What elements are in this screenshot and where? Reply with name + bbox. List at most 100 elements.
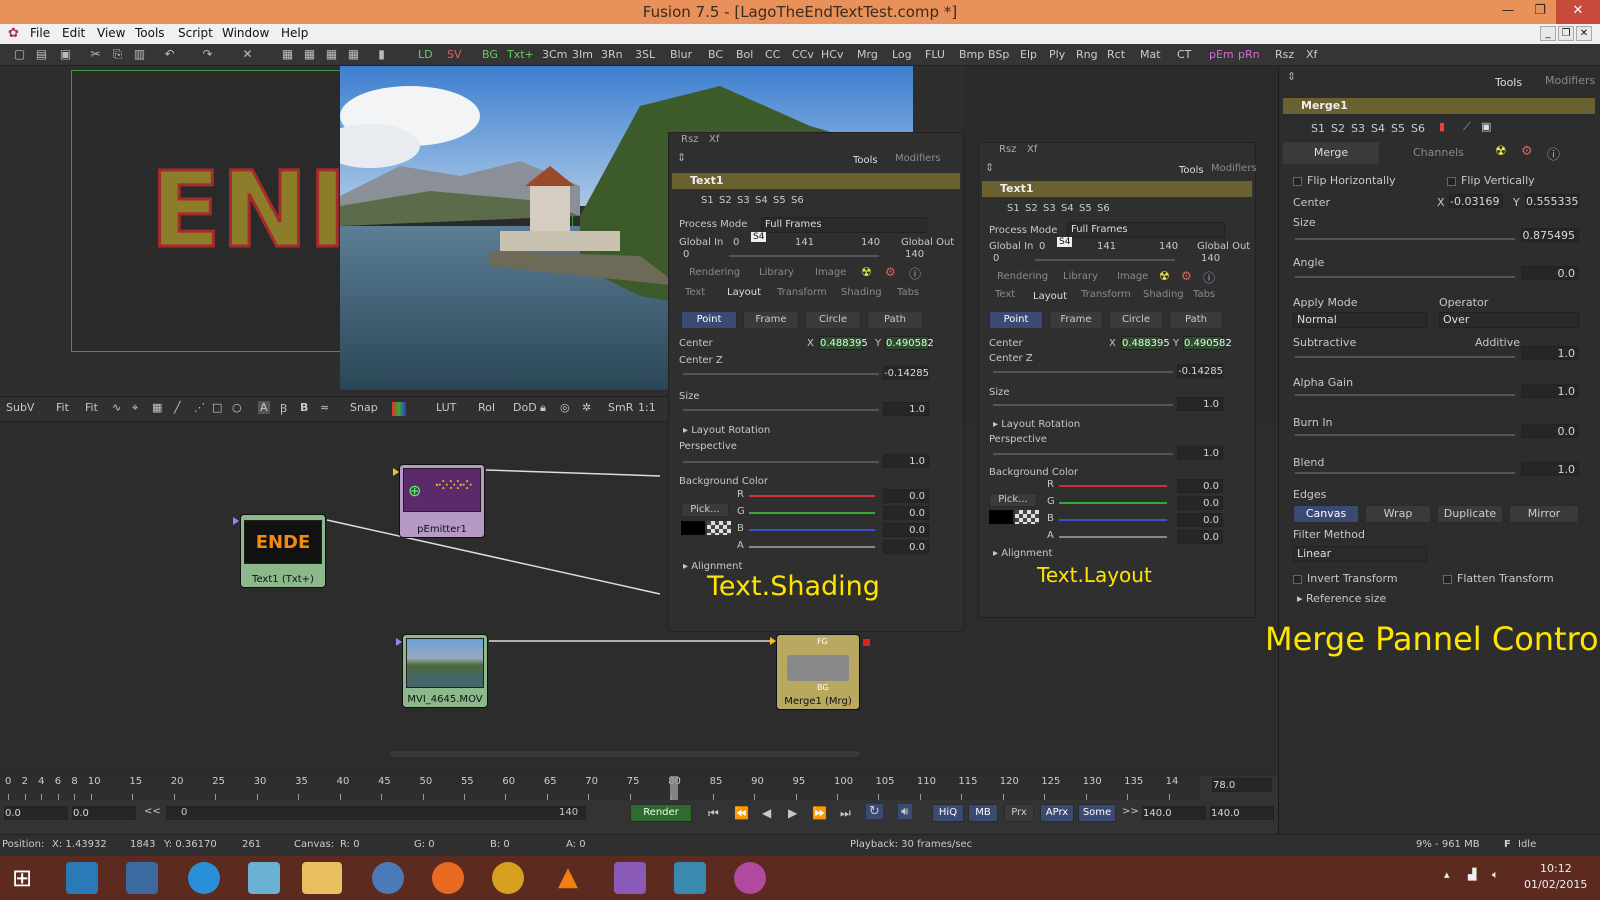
viewer-bar-11-8[interactable]: 1:1 [638,401,656,414]
tool-ply[interactable]: Ply [1049,48,1065,61]
delete-icon[interactable]: ✕ [240,47,255,62]
text_panel_b-channel-r-slider[interactable] [1059,485,1167,487]
cut-icon[interactable]: ✂ [88,47,103,62]
merge-edge-duplicate[interactable]: Duplicate [1437,505,1503,523]
merge-tab-channels[interactable]: Channels [1413,146,1464,159]
panel-a-gear-icon[interactable]: ⚙ [885,265,896,279]
tool-cc[interactable]: CC [765,48,780,61]
save-icon[interactable]: ▣ [58,47,73,62]
panel-a-xf-tab[interactable]: Xf [709,134,719,145]
tool-blur[interactable]: Blur [670,48,692,61]
text_panel_b-channel-b-value[interactable]: 0.0 [1177,513,1223,527]
node-text1[interactable]: ENDE Text1 (Txt+) [240,514,326,588]
merge-slot-6[interactable]: S6 [1411,122,1425,135]
menu-help[interactable]: Help [281,26,308,40]
tool-bsp[interactable]: BSp [988,48,1009,61]
doc-close-button[interactable]: ✕ [1576,26,1592,41]
merge-angle[interactable]: 0.0 [1521,266,1579,280]
text_panel_a-channel-g-slider[interactable] [749,512,875,514]
panel-a-global-out[interactable]: 140 [905,249,924,260]
merge-output-port[interactable] [863,639,870,646]
merge-operator-select[interactable]: Over [1439,312,1579,328]
viewer-bar-snap-3[interactable]: Snap [350,401,378,414]
panel-a-slot-1[interactable]: S1 [701,195,714,206]
merge-slot-3[interactable]: S3 [1351,122,1365,135]
doc-restore-button[interactable]: ❐ [1558,26,1574,41]
panel-a-modifiers-tab[interactable]: Modifiers [895,153,941,164]
merge-blend-slider[interactable] [1295,472,1515,474]
rewind-range-icon[interactable]: << [144,806,161,817]
panel-a-process-mode-select[interactable]: Full Frames [761,217,927,233]
tool-rsz[interactable]: Rsz [1275,48,1294,61]
panel-a-center-z[interactable]: -0.14285 [883,366,929,380]
tool-ccv[interactable]: CCv [792,48,814,61]
panel-b-color-swatch[interactable] [989,510,1013,524]
panel-a-tab-rendering[interactable]: Rendering [689,267,740,278]
text_panel_a-channel-a-value[interactable]: 0.0 [883,540,929,554]
merge-picker-icon[interactable]: ⟋ [1463,120,1471,134]
panel-b-tab-library[interactable]: Library [1063,271,1098,282]
rect-icon[interactable]: □ [212,401,222,414]
panel-b-tab-layout[interactable]: Layout [1033,291,1067,302]
menu-window[interactable]: Window [222,26,269,40]
taskbar-firefox-icon[interactable] [432,862,464,894]
merge-sub-add[interactable]: 1.0 [1521,346,1579,360]
panel-b-perspective-slider[interactable] [993,453,1173,455]
panel-b-tool-header[interactable]: Text1 [982,181,1252,197]
panel-b-mode-point[interactable]: Point [989,311,1043,329]
panel-b-tab-transform[interactable]: Transform [1081,289,1131,300]
panel-a-slot-5[interactable]: S5 [773,195,786,206]
viewer-bar-fit-1[interactable]: Fit [56,401,69,414]
text_panel_a-channel-g-value[interactable]: 0.0 [883,506,929,520]
tool-xf[interactable]: Xf [1306,48,1317,61]
panel-a-tab-image[interactable]: Image [815,267,846,278]
tool-flu[interactable]: FLU [925,48,945,61]
panel-b-center-z[interactable]: -0.14285 [1177,364,1223,378]
node-pemitter[interactable]: ⊕ ·⁘⁙·⁘ pEmitter1 [399,464,485,538]
paste-icon[interactable]: ▥ [132,47,147,62]
panel-b-slot-2[interactable]: S2 [1025,203,1038,214]
hiq-button[interactable]: HiQ [932,804,964,822]
panel-a-rsz-tab[interactable]: Rsz [681,134,698,145]
panel-a-tab-text[interactable]: Text [685,287,705,298]
panel-b-slot-3[interactable]: S3 [1043,203,1056,214]
undo-icon[interactable]: ↶ [162,47,177,62]
merge-collapse-icon[interactable]: ⇕ [1287,70,1296,83]
panel-a-tab-library[interactable]: Library [759,267,794,278]
viewer-bar-dod-6[interactable]: DoD [513,401,537,414]
merge-burn-in[interactable]: 0.0 [1521,424,1579,438]
global-start[interactable]: 0.0 [4,806,68,820]
merge-alpha-gain[interactable]: 1.0 [1521,384,1579,398]
panel-b-size[interactable]: 1.0 [1177,397,1223,411]
panel-b-slot-4[interactable]: S4 [1061,203,1074,214]
panel-a-slot-3[interactable]: S3 [737,195,750,206]
panel-a-pick-button[interactable]: Pick... [681,503,729,517]
tool-ct[interactable]: CT [1177,48,1191,61]
panel-b-center-x[interactable]: 0.488395 [1121,336,1170,350]
merge-center-y[interactable]: 0.555335 [1525,194,1579,208]
panel-a-mode-point[interactable]: Point [681,311,737,329]
tool-prn[interactable]: pRn [1238,48,1260,61]
mask-icon[interactable]: ⌖ [132,401,138,415]
text_panel_b-channel-g-value[interactable]: 0.0 [1177,496,1223,510]
close-button[interactable]: ✕ [1556,0,1600,24]
text_panel_b-channel-g-slider[interactable] [1059,502,1167,504]
panel-a-radiation-icon[interactable]: ☢ [861,265,872,279]
viewer-bar-subv-0[interactable]: SubV [6,401,34,414]
menu-file[interactable]: File [30,26,50,40]
redo-icon[interactable]: ↷ [200,47,215,62]
panel-a-perspective-slider[interactable] [683,461,879,463]
merge-tab-merge[interactable]: Merge [1283,142,1379,164]
panel-b-mode-circle[interactable]: Circle [1109,311,1163,329]
bold-icon[interactable]: B [300,401,308,414]
merge-blend[interactable]: 1.0 [1521,462,1579,476]
taskbar-folder-icon[interactable] [302,862,342,894]
merge-center-x[interactable]: -0.03169 [1449,194,1503,208]
doc-minimize-button[interactable]: _ [1540,26,1556,41]
panel-a-mode-circle[interactable]: Circle [805,311,861,329]
merge-apply-mode-select[interactable]: Normal [1293,312,1427,328]
taskbar-app-8-icon[interactable] [492,862,524,894]
tool-mat[interactable]: Mat [1140,48,1161,61]
play-icon[interactable]: ▶ [788,806,797,820]
time-ruler[interactable]: 0246810152025303540455055606570758085909… [0,776,1200,800]
